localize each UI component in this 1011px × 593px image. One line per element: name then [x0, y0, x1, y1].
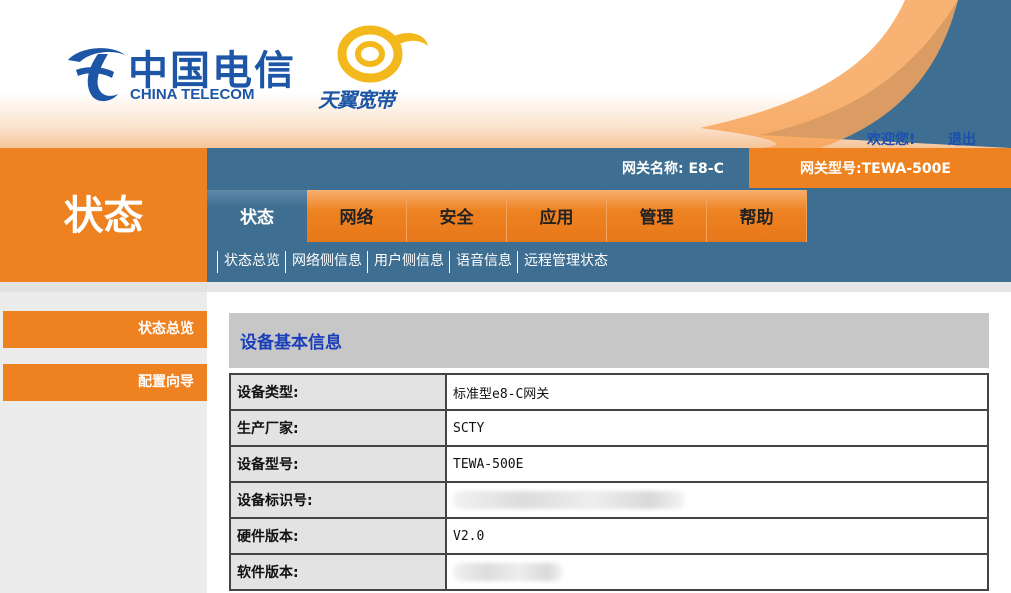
redacted-value-blur — [453, 491, 685, 509]
tab-help[interactable]: 帮助 — [707, 190, 807, 242]
row-value-redacted — [445, 553, 989, 591]
router-admin-page: 中国电信 CHINA TELECOM 天翼宽带 欢迎您! 退出 状态 网关名称:… — [0, 0, 1011, 593]
row-value: SCTY — [445, 409, 989, 447]
gateway-model-value: TEWA-500E — [861, 161, 951, 177]
sub-navigation: 状态总览 网络侧信息 用户侧信息 语音信息 远程管理状态 — [217, 251, 613, 273]
subnav-status-overview[interactable]: 状态总览 — [217, 251, 285, 273]
row-key: 设备类型: — [229, 373, 447, 411]
row-key: 硬件版本: — [229, 517, 447, 555]
table-row: 设备标识号: — [229, 481, 989, 519]
header-banner: 中国电信 CHINA TELECOM 天翼宽带 — [0, 0, 1011, 148]
gateway-name: 网关名称: E8-C — [622, 158, 724, 178]
logout-link[interactable]: 退出 — [948, 129, 976, 149]
table-row: 硬件版本: V2.0 — [229, 517, 989, 555]
row-key: 软件版本: — [229, 553, 447, 591]
redacted-value-blur — [453, 563, 563, 581]
subnav-lan-info[interactable]: 用户侧信息 — [367, 251, 449, 273]
tab-application[interactable]: 应用 — [507, 190, 607, 242]
sidebar-top-strip — [0, 282, 207, 292]
row-value: V2.0 — [445, 517, 989, 555]
welcome-text: 欢迎您! — [867, 132, 916, 148]
tianyi-broadband-text: 天翼宽带 — [318, 88, 395, 112]
section-title: 状态 — [63, 193, 144, 239]
row-value: 标准型e8-C网关 — [445, 373, 989, 411]
gateway-name-label: 网关名称: — [622, 161, 684, 177]
table-row: 软件版本: — [229, 553, 989, 591]
table-row: 设备类型: 标准型e8-C网关 — [229, 373, 989, 411]
china-telecom-en-text: CHINA TELECOM — [130, 86, 255, 103]
tianyi-broadband-logo: 天翼宽带 — [318, 24, 428, 112]
table-row: 生产厂家: SCTY — [229, 409, 989, 447]
tab-network[interactable]: 网络 — [307, 190, 407, 242]
tab-security[interactable]: 安全 — [407, 190, 507, 242]
row-value: TEWA-500E — [445, 445, 989, 483]
china-telecom-logo: 中国电信 CHINA TELECOM — [62, 38, 294, 108]
subnav-wan-info[interactable]: 网络侧信息 — [285, 251, 367, 273]
row-key: 设备标识号: — [229, 481, 447, 519]
sidebar-item-config-wizard[interactable]: 配置向导 — [3, 364, 207, 401]
gateway-model-label: 网关型号: — [800, 161, 862, 177]
gateway-model: 网关型号:TEWA-500E — [800, 158, 951, 178]
gateway-name-value: E8-C — [688, 161, 724, 177]
china-telecom-emblem-icon — [68, 48, 126, 102]
table-row: 设备型号: TEWA-500E — [229, 445, 989, 483]
tianyi-swirl-icon — [337, 25, 428, 83]
device-info-table: 设备类型: 标准型e8-C网关 生产厂家: SCTY 设备型号: TEWA-50… — [229, 373, 989, 591]
tab-status[interactable]: 状态 — [207, 190, 307, 242]
sidebar-item-status-overview[interactable]: 状态总览 — [3, 311, 207, 348]
row-key: 生产厂家: — [229, 409, 447, 447]
subnav-remote-mgmt-status[interactable]: 远程管理状态 — [517, 251, 613, 273]
row-value-redacted — [445, 481, 989, 519]
info-section-title: 设备基本信息 — [240, 333, 342, 353]
subnav-voice-info[interactable]: 语音信息 — [449, 251, 517, 273]
row-key: 设备型号: — [229, 445, 447, 483]
info-section-header — [229, 313, 989, 368]
tab-management[interactable]: 管理 — [607, 190, 707, 242]
